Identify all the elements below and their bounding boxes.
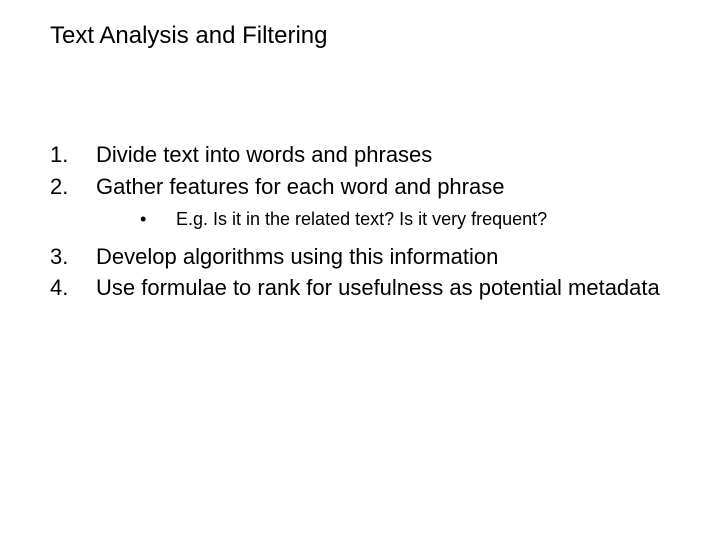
bullet-icon: • (140, 207, 176, 231)
item-number: 1. (50, 140, 96, 170)
list-item: 4. Use formulae to rank for usefulness a… (50, 273, 680, 303)
item-number: 4. (50, 273, 96, 303)
slide: Text Analysis and Filtering 1. Divide te… (0, 0, 720, 540)
list-item: 2. Gather features for each word and phr… (50, 172, 680, 202)
content-list: 1. Divide text into words and phrases 2.… (50, 140, 680, 303)
item-number: 2. (50, 172, 96, 202)
item-text: Use formulae to rank for usefulness as p… (96, 273, 680, 303)
slide-title: Text Analysis and Filtering (50, 22, 680, 50)
item-text: Divide text into words and phrases (96, 140, 680, 170)
item-text: Gather features for each word and phrase (96, 172, 680, 202)
list-item: 1. Divide text into words and phrases (50, 140, 680, 170)
sub-list-item: • E.g. Is it in the related text? Is it … (50, 207, 680, 231)
item-text: Develop algorithms using this informatio… (96, 242, 680, 272)
item-number: 3. (50, 242, 96, 272)
list-item: 3. Develop algorithms using this informa… (50, 242, 680, 272)
sub-item-text: E.g. Is it in the related text? Is it ve… (176, 207, 680, 231)
